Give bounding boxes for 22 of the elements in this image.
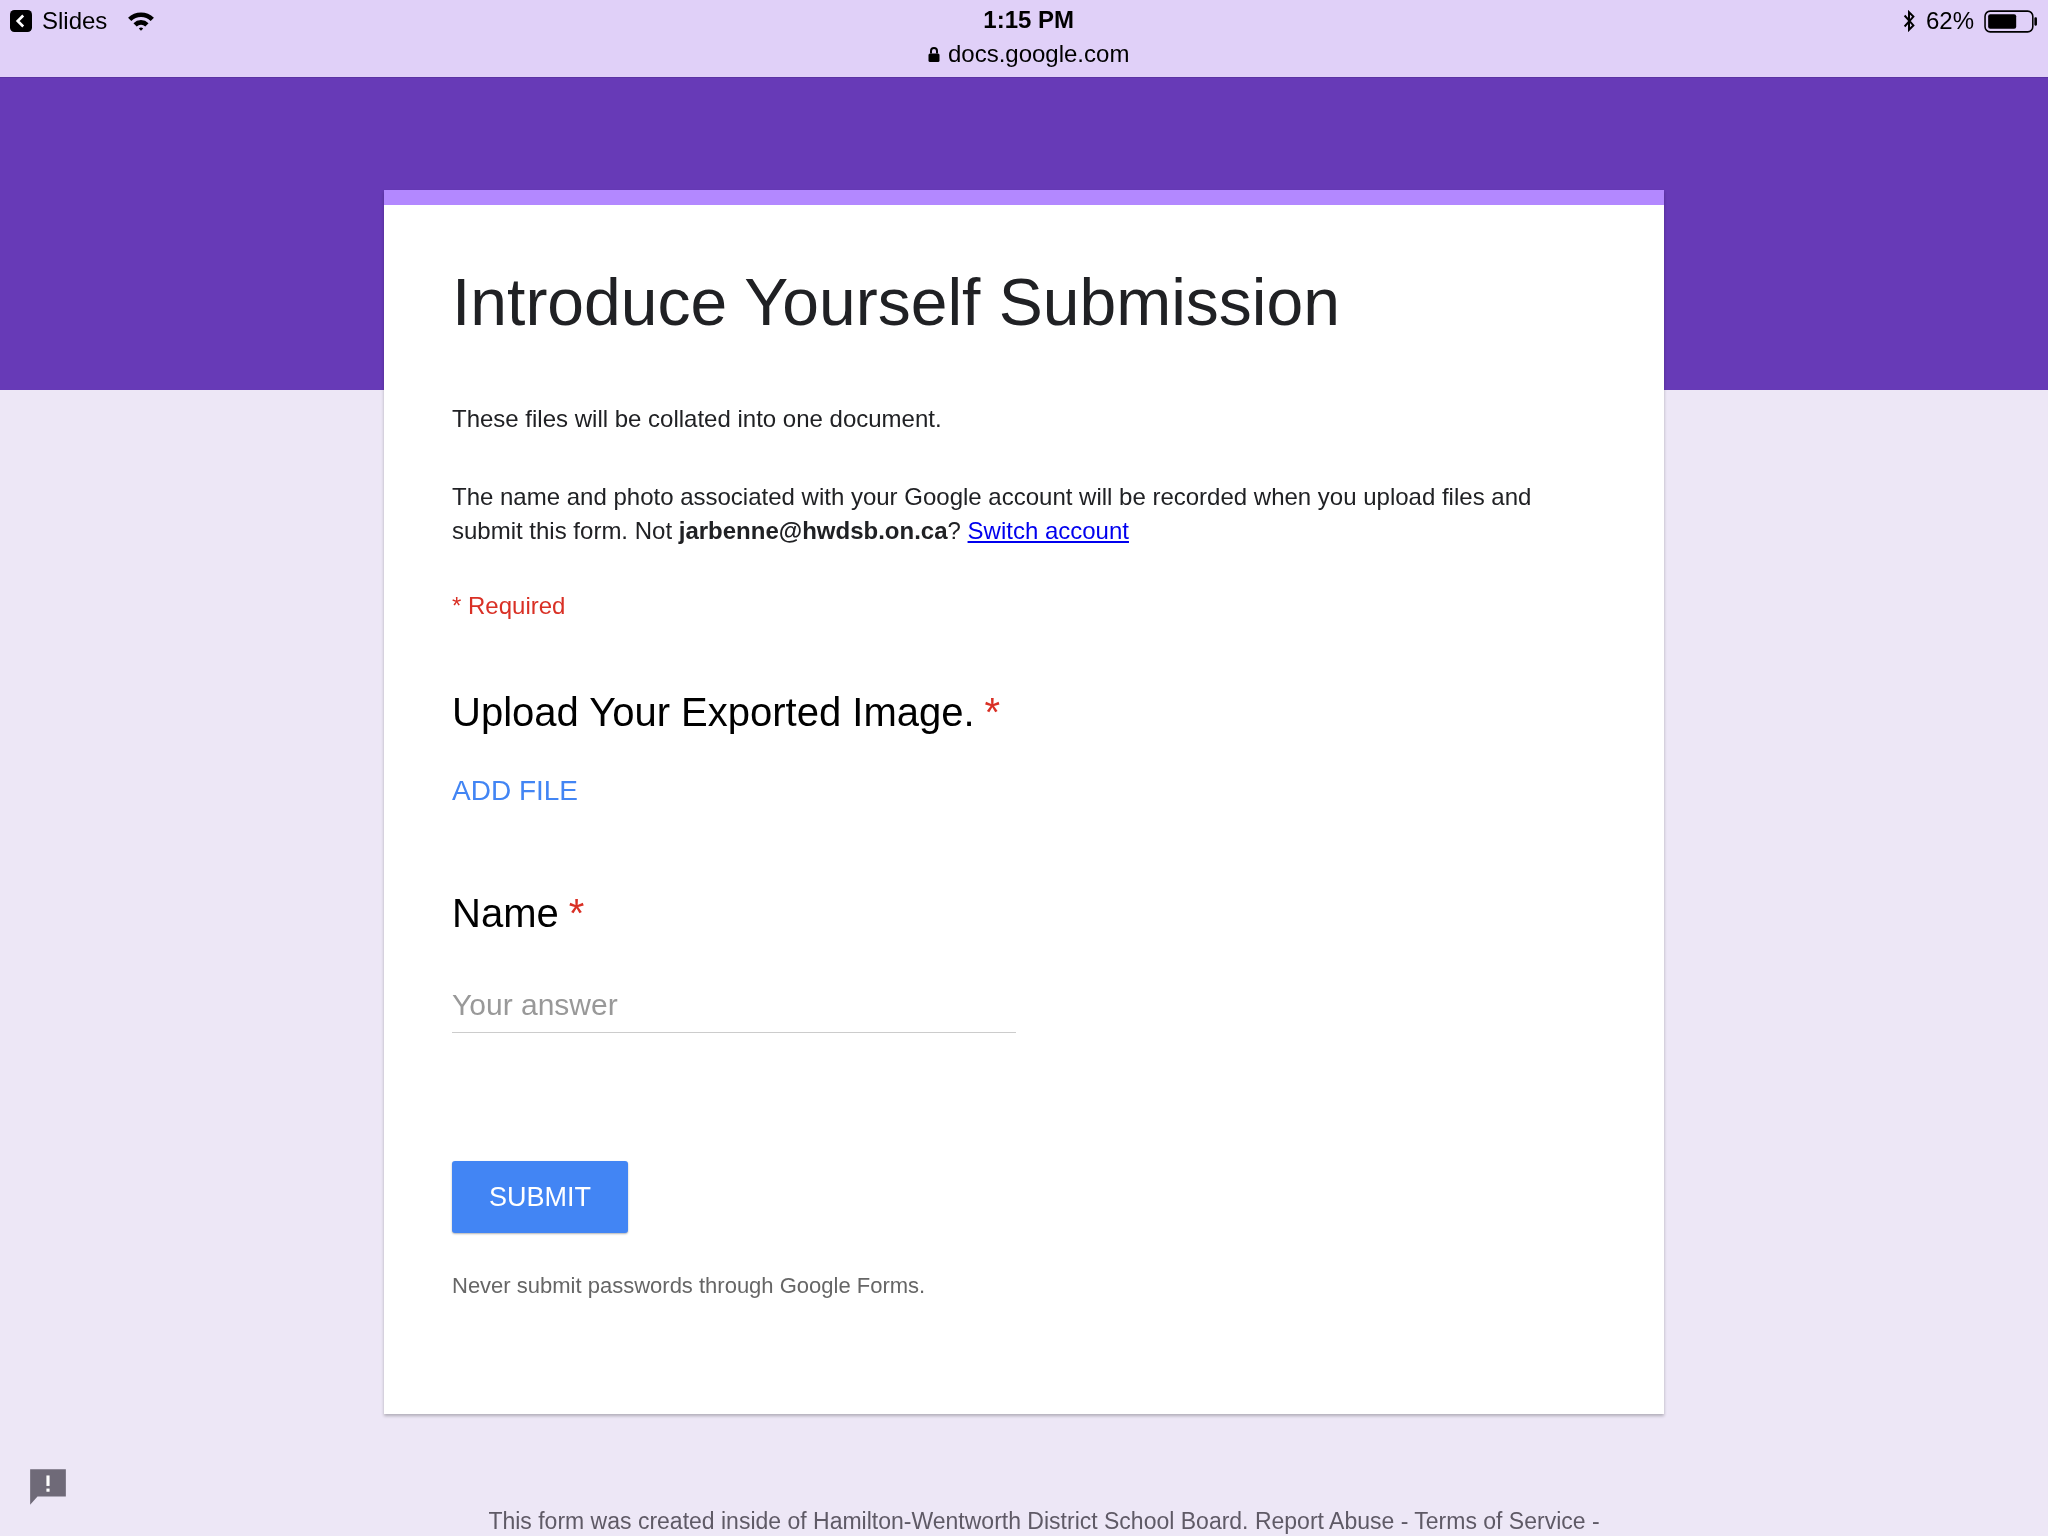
form-title: Introduce Yourself Submission xyxy=(452,264,1341,341)
password-warning: Never submit passwords through Google Forms. xyxy=(452,1273,927,1300)
account-notice: The name and photo associated with your Google account will be recorded when you upload files and submit this form. Not jarbenne@hwdsb.on.ca? Switch account xyxy=(452,482,1533,547)
battery-icon xyxy=(1984,9,2038,33)
required-asterisk: * xyxy=(984,690,1001,736)
url-text[interactable]: docs.google.com xyxy=(947,40,1130,68)
bluetooth-icon xyxy=(1901,10,1916,32)
wifi-icon xyxy=(127,10,156,32)
submit-button[interactable]: SUBMIT xyxy=(452,1161,628,1234)
required-note: * Required xyxy=(452,592,567,621)
back-app-label[interactable]: Slides xyxy=(42,7,108,35)
required-asterisk: * xyxy=(568,891,585,937)
lock-icon xyxy=(927,45,940,63)
question-title: Name xyxy=(452,891,559,937)
clock-time: 1:15 PM xyxy=(983,6,1074,34)
form-description: These files will be collated into one document. xyxy=(452,404,943,435)
battery-percent: 62% xyxy=(1925,7,1974,35)
footer-text: This form was created inside of Hamilton-Wentworth District School Board. Report Abuse - Terms of Service - xyxy=(487,1508,1601,1535)
question-title: Upload Your Exported Image. xyxy=(452,690,975,736)
back-icon[interactable] xyxy=(10,10,32,32)
add-file-button[interactable]: ADD FILE xyxy=(452,775,579,808)
switch-account-link[interactable]: Switch account xyxy=(967,517,1129,545)
